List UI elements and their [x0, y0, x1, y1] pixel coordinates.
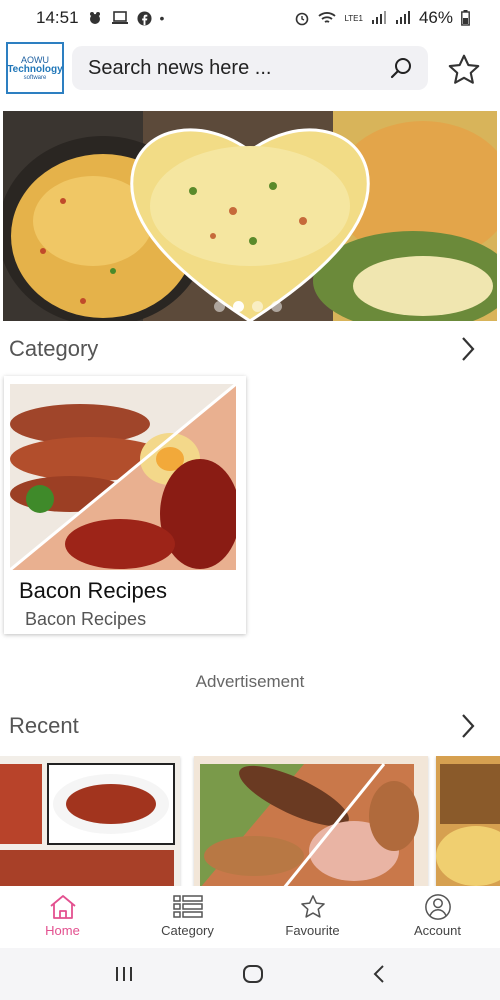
- list-icon: [172, 895, 203, 918]
- search-bar[interactable]: [72, 46, 428, 90]
- category-card-subtitle: Bacon Recipes: [25, 609, 147, 629]
- search-icon[interactable]: [390, 56, 414, 80]
- wifi-icon: [318, 12, 337, 23]
- nav-favourite[interactable]: Favourite: [250, 886, 375, 948]
- category-section-title: Category: [9, 336, 99, 361]
- signal-2-icon: [395, 11, 410, 24]
- back-icon[interactable]: [372, 964, 386, 984]
- recent-card-image: [194, 756, 428, 888]
- recent-card[interactable]: [194, 756, 428, 888]
- battery-percent: 46%: [418, 8, 453, 27]
- alarm-icon: [296, 12, 309, 26]
- carousel-dot[interactable]: [233, 301, 244, 312]
- account-icon: [424, 894, 451, 920]
- app-logo[interactable]: AOWU Technology software: [6, 42, 64, 94]
- banner-image: [3, 111, 497, 321]
- laptop-icon: [111, 11, 128, 24]
- nav-account-label: Account: [414, 923, 461, 938]
- favorite-button[interactable]: [444, 50, 484, 90]
- status-time: 14:51: [36, 8, 79, 27]
- nav-category[interactable]: Category: [125, 886, 250, 948]
- nav-home[interactable]: Home: [0, 886, 125, 948]
- category-card-image: [10, 384, 236, 570]
- category-card-title: Bacon Recipes: [19, 578, 167, 603]
- carousel-indicator: [214, 301, 282, 312]
- battery-icon: [461, 10, 470, 26]
- advertisement-label: Advertisement: [195, 672, 305, 691]
- recent-card[interactable]: [436, 756, 500, 888]
- nav-account[interactable]: Account: [375, 886, 500, 948]
- signal-icon: [371, 11, 386, 24]
- recent-section-header[interactable]: Recent: [0, 708, 500, 744]
- carousel-dot[interactable]: [271, 301, 282, 312]
- facebook-icon: [137, 10, 152, 26]
- nav-home-label: Home: [45, 923, 80, 938]
- chevron-right-icon[interactable]: [460, 336, 476, 362]
- carousel-dot[interactable]: [214, 301, 225, 312]
- network-label: LTE1: [344, 13, 363, 23]
- status-bar: 14:51 • LTE1 46%: [0, 0, 500, 36]
- recent-list: [0, 756, 500, 888]
- recent-card-image: [0, 756, 180, 888]
- banner-carousel[interactable]: [3, 111, 497, 321]
- nav-category-label: Category: [161, 923, 214, 938]
- bottom-navigation: Home Category Favourite Account: [0, 886, 500, 948]
- carousel-dot[interactable]: [252, 301, 263, 312]
- home-button-icon[interactable]: [242, 964, 264, 984]
- more-notifications-icon: •: [159, 10, 165, 26]
- chevron-right-icon[interactable]: [460, 713, 476, 739]
- system-navigation-bar: [0, 948, 500, 1000]
- search-input[interactable]: [88, 56, 390, 80]
- app-notification-icon: [89, 12, 100, 24]
- app-header: AOWU Technology software: [0, 38, 500, 100]
- recent-card-image: [436, 756, 500, 888]
- recent-apps-icon[interactable]: [114, 965, 134, 983]
- star-icon: [448, 54, 480, 84]
- nav-favourite-label: Favourite: [285, 923, 340, 938]
- logo-line2: Technology: [7, 63, 63, 75]
- star-icon: [300, 895, 325, 918]
- home-icon: [49, 895, 76, 919]
- logo-line3: software: [23, 74, 47, 81]
- recent-section-title: Recent: [9, 713, 79, 738]
- recent-card[interactable]: [0, 756, 180, 888]
- category-section-header[interactable]: Category: [0, 331, 500, 367]
- category-card[interactable]: Bacon Recipes Bacon Recipes: [4, 376, 246, 634]
